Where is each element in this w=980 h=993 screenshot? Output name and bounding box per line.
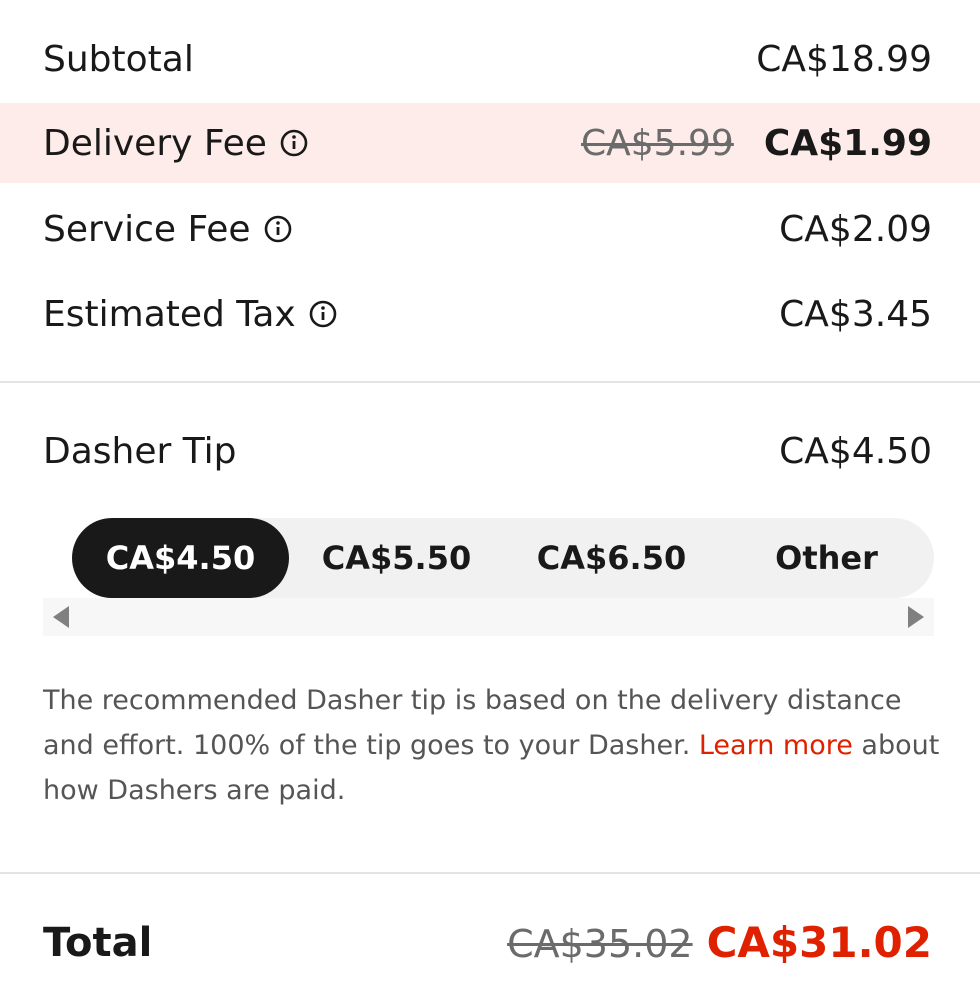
delivery-fee-original: CA$5.99 (581, 122, 734, 164)
estimated-tax-label-group: Estimated Tax (43, 294, 338, 335)
delivery-fee-label-group: Delivery Fee (43, 123, 309, 164)
info-icon[interactable] (263, 214, 293, 244)
learn-more-link[interactable]: Learn more (699, 730, 853, 761)
dasher-tip-row: Dasher Tip CA$4.50 (0, 411, 980, 491)
tip-explanation: The recommended Dasher tip is based on t… (43, 678, 943, 813)
triangle-left-icon[interactable] (53, 606, 69, 628)
service-fee-label: Service Fee (43, 208, 251, 250)
info-icon[interactable] (279, 128, 309, 158)
total-row: Total CA$35.02 CA$31.02 (0, 900, 980, 985)
tip-option-6-50[interactable]: CA$6.50 (504, 518, 719, 598)
estimated-tax-row: Estimated Tax CA$3.45 (0, 274, 980, 354)
service-fee-value: CA$2.09 (779, 208, 932, 250)
tip-option-5-50[interactable]: CA$5.50 (289, 518, 504, 598)
estimated-tax-value: CA$3.45 (779, 293, 932, 335)
estimated-tax-label: Estimated Tax (43, 293, 296, 335)
info-icon[interactable] (308, 299, 338, 329)
divider (0, 381, 980, 383)
tip-option-other[interactable]: Other (719, 518, 934, 598)
total-label: Total (43, 919, 153, 966)
delivery-fee-label: Delivery Fee (43, 122, 267, 164)
dasher-tip-value: CA$4.50 (779, 430, 932, 472)
service-fee-label-group: Service Fee (43, 209, 293, 250)
tip-options: CA$4.50 CA$5.50 CA$6.50 Other (72, 518, 934, 598)
subtotal-value: CA$18.99 (756, 38, 932, 80)
subtotal-label: Subtotal (43, 38, 194, 80)
horizontal-scrollbar[interactable] (43, 598, 934, 636)
delivery-fee-value: CA$1.99 (763, 122, 932, 164)
total-original: CA$35.02 (507, 922, 693, 966)
total-value-group: CA$35.02 CA$31.02 (507, 918, 932, 967)
total-value: CA$31.02 (706, 918, 932, 967)
delivery-fee-row: Delivery Fee CA$5.99 CA$1.99 (0, 103, 980, 183)
divider (0, 872, 980, 874)
tip-option-4-50[interactable]: CA$4.50 (72, 518, 289, 598)
subtotal-row: Subtotal CA$18.99 (0, 19, 980, 99)
delivery-fee-value-group: CA$5.99 CA$1.99 (581, 123, 932, 164)
triangle-right-icon[interactable] (908, 606, 924, 628)
dasher-tip-label: Dasher Tip (43, 430, 237, 472)
service-fee-row: Service Fee CA$2.09 (0, 189, 980, 269)
